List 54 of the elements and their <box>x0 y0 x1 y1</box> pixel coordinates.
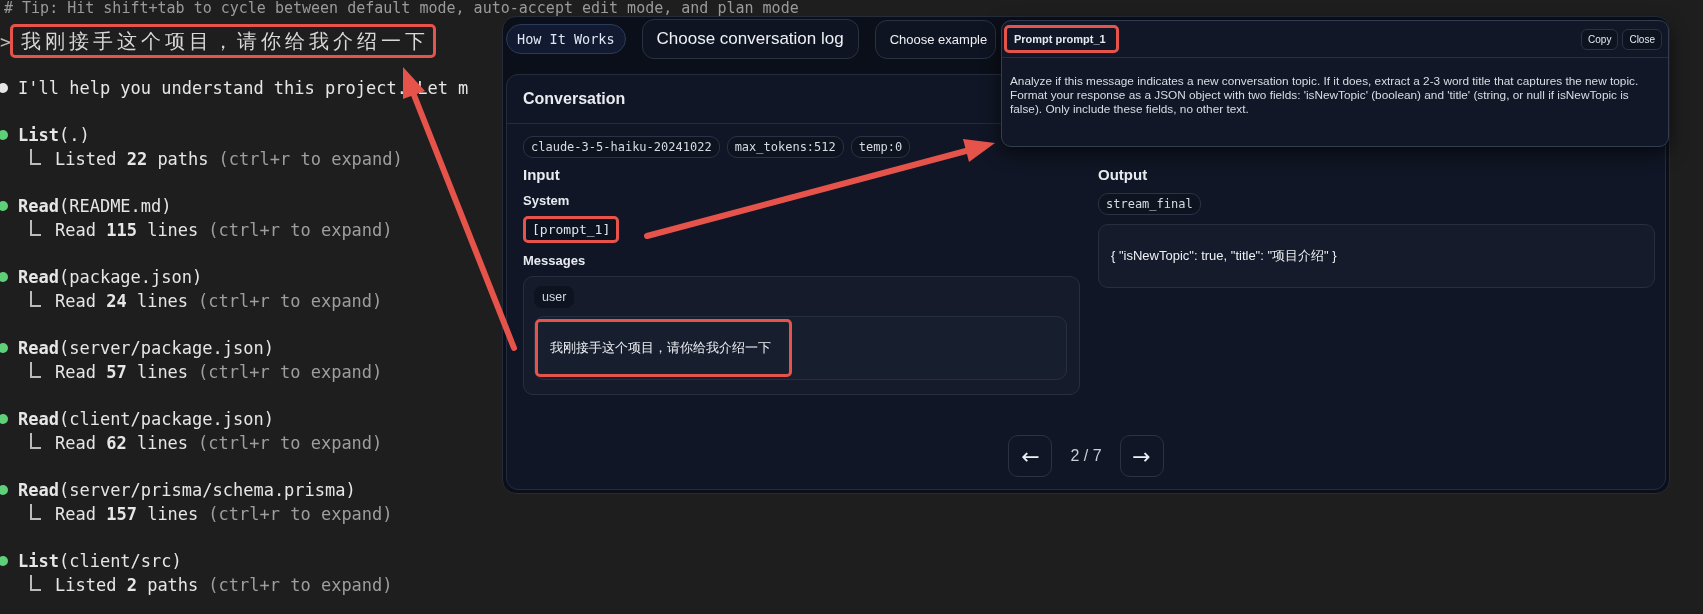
tool-call: List(client/src) <box>18 551 182 571</box>
param-tag: temp:0 <box>850 136 911 158</box>
card-title: Conversation <box>523 90 626 108</box>
prompt-text: Analyze if this message indicates a new conversation topic. If it does, extract a 2-3 word title that captures the new topic. Format your response as a JSON object with two fields: 'isNewTopic' (boolean) and 'title' (string, or null if isNewTopic is false). Only include these fields, no other text. <box>1009 73 1640 116</box>
tool-call: List(.) <box>18 125 90 145</box>
expand-hint: (ctrl+r to expand) <box>208 575 393 595</box>
expand-hint: (ctrl+r to expand) <box>198 362 383 382</box>
next-button[interactable]: → <box>1119 435 1164 477</box>
corner-icon <box>30 220 41 236</box>
role-tag: user <box>534 286 575 308</box>
prompt-reference[interactable]: [prompt_1] <box>523 216 620 243</box>
input-heading: Input <box>523 166 560 183</box>
tool-call: Read(client/package.json) <box>18 409 274 429</box>
system-label: System <box>523 193 570 208</box>
page-indicator: 2 / 7 <box>1070 447 1102 465</box>
choose-button[interactable]: Choose example <box>874 19 997 59</box>
corner-icon <box>30 291 41 307</box>
tool-result: Listed 2 paths <box>55 575 199 595</box>
tool-result: Read 57 lines <box>55 362 189 382</box>
message-text: 我刚接手这个项目，请你给我介绍一下 <box>535 319 792 377</box>
prompt-marker: > <box>0 30 8 52</box>
corner-icon <box>30 362 41 378</box>
corner-icon <box>30 149 41 165</box>
corner-icon <box>30 433 41 449</box>
output-tag: stream_final <box>1098 193 1201 215</box>
popup-button[interactable]: Close <box>1622 28 1662 50</box>
tool-result: Read 115 lines <box>55 220 199 240</box>
how-it-works-button[interactable]: How It Works <box>506 24 626 54</box>
popup-button[interactable]: Copy <box>1581 28 1619 50</box>
corner-icon <box>30 504 41 520</box>
corner-icon <box>30 575 41 591</box>
tool-result: Read 157 lines <box>55 504 199 524</box>
tool-result: Read 62 lines <box>55 433 189 453</box>
messages-label: Messages <box>523 253 586 268</box>
expand-hint: (ctrl+r to expand) <box>198 433 383 453</box>
tool-call: Read(server/package.json) <box>18 338 274 358</box>
param-tag: claude-3-5-haiku-20241022 <box>523 136 720 158</box>
prompt-text: 我刚接手这个项目，请你给我介绍一下 <box>10 24 436 58</box>
tool-result: Read 24 lines <box>55 291 189 311</box>
previous-button[interactable]: ← <box>1008 435 1053 477</box>
expand-hint: (ctrl+r to expand) <box>218 149 403 169</box>
tool-call: Read(server/prisma/schema.prisma) <box>18 480 356 500</box>
tool-result: Listed 22 paths <box>55 149 209 169</box>
tool-call: Read(package.json) <box>18 267 203 287</box>
popup-title: Prompt prompt_1 <box>1004 25 1119 53</box>
param-tag: max_tokens:512 <box>726 136 844 158</box>
expand-hint: (ctrl+r to expand) <box>208 220 393 240</box>
expand-hint: (ctrl+r to expand) <box>208 504 393 524</box>
choose-button[interactable]: Choose conversation log <box>641 19 859 59</box>
output-heading: Output <box>1098 166 1148 183</box>
tool-call: Read(README.md) <box>18 196 172 216</box>
output-text: { "isNewTopic": true, "title": "项目介绍" } <box>1098 224 1655 288</box>
tip-text: # Tip: Hit shift+tab to cycle between default mode, auto-accept edit mode, and plan mode <box>3 0 800 19</box>
expand-hint: (ctrl+r to expand) <box>198 291 383 311</box>
